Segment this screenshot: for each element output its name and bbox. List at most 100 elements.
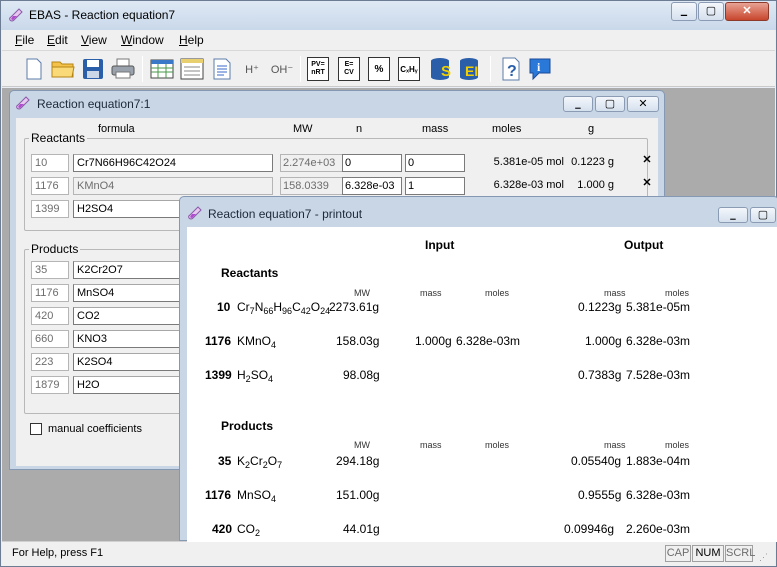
- form-view-icon[interactable]: [178, 55, 206, 83]
- manual-coefficients-checkbox[interactable]: [30, 423, 42, 435]
- col-mass: mass: [420, 288, 442, 298]
- row-index: 1399: [205, 368, 232, 382]
- svg-text:?: ?: [507, 63, 517, 80]
- product-index: 223: [31, 353, 69, 371]
- reactant-mw: 158.0339: [280, 177, 343, 195]
- window-test-tube-icon: [188, 206, 202, 220]
- row-formula: H2SO4: [237, 368, 274, 384]
- product-index: 660: [31, 330, 69, 348]
- pv-nrt-label: PV= nRT: [311, 61, 325, 76]
- reactant-formula-input[interactable]: KMnO4: [73, 177, 273, 195]
- reactant-formula-input[interactable]: Cr7N66H96C42O24: [73, 154, 273, 172]
- database-s-icon[interactable]: S: [428, 55, 456, 83]
- products-heading: Products: [221, 419, 274, 433]
- new-document-icon[interactable]: [20, 55, 48, 83]
- reactant-moles: 6.328e-03 mol: [493, 179, 564, 191]
- reactants-heading: Reactants: [221, 266, 279, 280]
- oh-minus-balance-icon[interactable]: OH⁻: [268, 55, 296, 83]
- maximize-icon: ▢: [705, 5, 717, 17]
- reactant-n-input[interactable]: 0: [342, 154, 402, 172]
- row-index: 420: [212, 522, 233, 536]
- svg-text:EI: EI: [465, 63, 478, 79]
- close-icon: ✕: [638, 98, 648, 110]
- e-cv-label: E= CV: [344, 61, 354, 76]
- maximize-button[interactable]: ▢: [595, 96, 625, 112]
- row-mw: 151.00g: [336, 488, 380, 502]
- menu-bar: File Edit View Window Help: [2, 30, 775, 51]
- maximize-button[interactable]: ▢: [698, 2, 724, 21]
- reactants-label: Reactants: [31, 131, 86, 145]
- row-index: 1176: [205, 488, 232, 502]
- print-icon[interactable]: [109, 55, 137, 83]
- about-info-icon[interactable]: i: [526, 55, 554, 83]
- row-index: 10: [217, 300, 231, 314]
- minimize-icon: ▁: [575, 102, 581, 109]
- maximize-icon: ▢: [757, 209, 769, 221]
- minimize-button[interactable]: ▁: [563, 96, 593, 112]
- menu-file[interactable]: File: [15, 33, 34, 47]
- col-mw: MW: [354, 440, 370, 450]
- reactant-index: 1399: [31, 200, 69, 218]
- reactant-index: 10: [31, 154, 69, 172]
- reactant-n-input[interactable]: 6.328e-03: [342, 177, 402, 195]
- open-folder-icon[interactable]: [49, 55, 77, 83]
- row-formula: KMnO4: [237, 334, 277, 350]
- row-out-mass: 0.7383g: [578, 368, 622, 382]
- menu-window[interactable]: Window: [121, 33, 164, 47]
- row-formula: K2Cr2O7: [237, 454, 283, 470]
- close-button[interactable]: ✕: [627, 96, 659, 112]
- minimize-button[interactable]: ▁: [718, 207, 748, 223]
- printout-content: Input Output Reactants MW mass moles mas…: [187, 227, 777, 542]
- col-moles: moles: [485, 440, 510, 450]
- title-bar: EBAS - Reaction equation7 ▁ ▢ ✕: [1, 1, 776, 30]
- database-ei-icon[interactable]: EI: [458, 55, 486, 83]
- reactant-index: 1176: [31, 177, 69, 195]
- table-view-icon[interactable]: [148, 55, 176, 83]
- close-button[interactable]: ✕: [725, 2, 769, 21]
- minimize-button[interactable]: ▁: [671, 2, 697, 21]
- chxhy-calc-icon[interactable]: CₓHᵧ: [398, 57, 420, 81]
- window-title: Reaction equation7:1: [37, 97, 151, 111]
- row-mw: 158.03g: [336, 334, 380, 348]
- window-title: Reaction equation7 - printout: [208, 207, 363, 221]
- context-help-icon[interactable]: ?: [496, 55, 524, 83]
- reactant-grams: 1.000 g: [577, 179, 614, 191]
- row-out-moles: 2.260e-03m: [626, 522, 691, 536]
- menu-help[interactable]: Help: [179, 33, 204, 47]
- product-index: 1176: [31, 284, 69, 302]
- row-out-moles: 6.328e-03m: [626, 334, 691, 348]
- window-title: EBAS - Reaction equation7: [29, 8, 176, 22]
- row-index: 1176: [205, 334, 232, 348]
- row-index: 35: [218, 454, 232, 468]
- percent-calc-icon[interactable]: %: [368, 57, 390, 81]
- minimize-icon: ▁: [680, 7, 688, 16]
- printout-window: Reaction equation7 - printout ▁ ▢ Input …: [179, 196, 777, 542]
- h-plus-balance-icon[interactable]: H⁺: [238, 55, 266, 83]
- status-num: NUM: [692, 545, 724, 562]
- row-out-mass: 1.000g: [585, 334, 622, 348]
- resize-grip[interactable]: ⋰: [759, 552, 771, 564]
- maximize-button[interactable]: ▢: [750, 207, 776, 223]
- reactant-grams: 0.1223 g: [571, 156, 614, 168]
- e-cv-icon[interactable]: E= CV: [338, 57, 360, 81]
- row-out-mass: 0.1223g: [578, 300, 622, 314]
- delete-row-icon[interactable]: ✕: [642, 178, 652, 189]
- close-icon: ✕: [742, 5, 752, 17]
- pv-nrt-icon[interactable]: PV= nRT: [307, 57, 329, 81]
- report-view-icon[interactable]: [208, 55, 236, 83]
- row-out-moles: 5.381e-05m: [626, 300, 691, 314]
- row-out-moles: 1.883e-04m: [626, 454, 691, 468]
- h-plus-label: H⁺: [245, 63, 259, 76]
- save-disk-icon[interactable]: [79, 55, 107, 83]
- status-help-text: For Help, press F1: [12, 547, 104, 559]
- menu-edit[interactable]: Edit: [47, 33, 68, 47]
- row-in-moles: 6.328e-03m: [456, 334, 521, 348]
- menu-view[interactable]: View: [81, 33, 107, 47]
- reactant-mw: 2.274e+03: [280, 154, 343, 172]
- col-mass: mass: [604, 440, 626, 450]
- svg-text:S: S: [441, 63, 451, 80]
- col-mw: MW: [354, 288, 370, 298]
- row-formula: CO2: [237, 522, 261, 538]
- col-moles: moles: [485, 288, 510, 298]
- delete-row-icon[interactable]: ✕: [642, 155, 652, 166]
